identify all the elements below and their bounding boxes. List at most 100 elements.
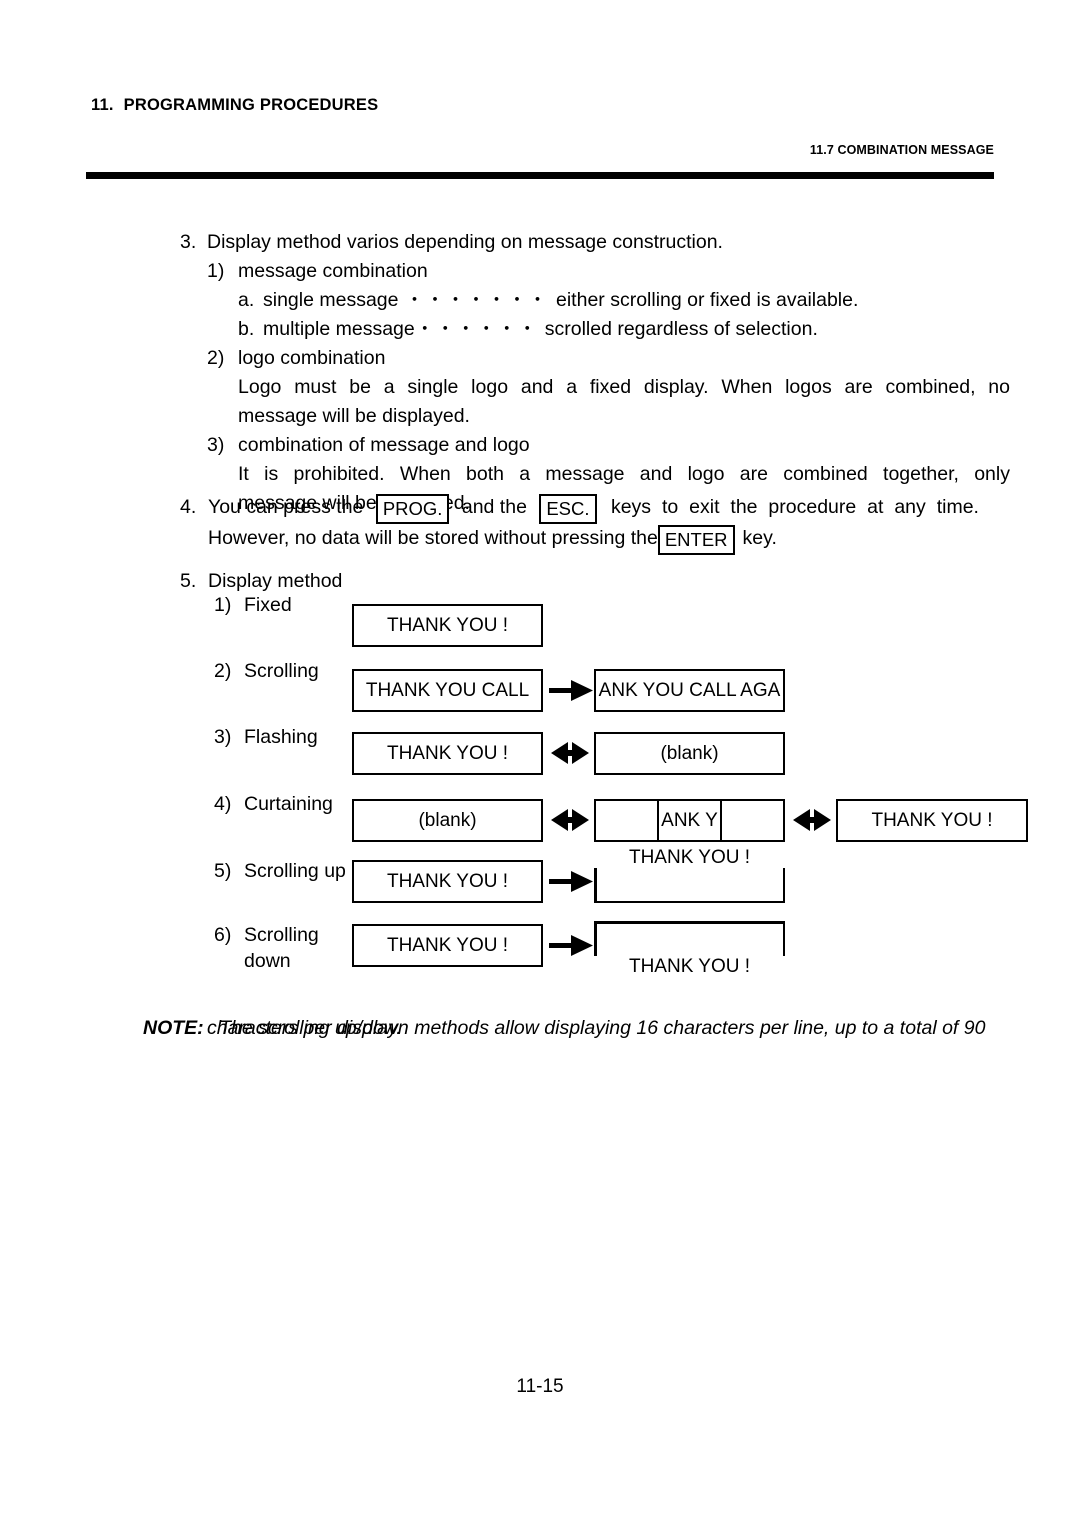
display-cell-left bbox=[596, 801, 659, 840]
display-cell-center: ANK Y bbox=[659, 801, 722, 840]
display-box-scrolling-up-after: THANK YOU ! bbox=[594, 847, 785, 903]
display-cell-right bbox=[722, 801, 783, 840]
item-3-sub-1-row: 1) message combination bbox=[207, 257, 1010, 286]
display-text: THANK YOU ! bbox=[871, 809, 993, 831]
item-4-marker: 4. bbox=[180, 496, 197, 518]
display-text: THANK YOU ! bbox=[386, 870, 509, 892]
display-text: ANK YOU CALL AGA bbox=[598, 679, 781, 701]
method-label-scrolling-up: 5) Scrolling up bbox=[214, 858, 346, 884]
item-3-sub-1-marker: 1) bbox=[207, 260, 225, 282]
item-3-heading: Display method varios depending on messa… bbox=[207, 231, 723, 253]
note-block: NOTE: The scrolling up/down methods allo… bbox=[143, 1013, 995, 1043]
item-3-sub-3-row: 3) combination of message and logo bbox=[207, 431, 1010, 460]
item-3-sub-1-a-marker: a. bbox=[238, 289, 255, 311]
display-box-scrolling-after: ANK YOU CALL AGA bbox=[594, 669, 785, 712]
method-name: Fixed bbox=[244, 594, 292, 616]
page-number: 11-15 bbox=[516, 1376, 564, 1397]
item-4-text-part-2: and the bbox=[461, 496, 527, 518]
display-text: (blank) bbox=[660, 742, 719, 764]
item-3-sub-1-title: message combination bbox=[238, 260, 428, 282]
method-label-curtaining: 4) Curtaining bbox=[214, 791, 333, 817]
enter-key-button[interactable]: ENTER bbox=[657, 525, 735, 555]
arrow-right-icon bbox=[549, 871, 593, 892]
item-5-block: 5. Display method bbox=[180, 567, 1010, 596]
display-text: THANK YOU ! bbox=[386, 742, 509, 764]
item-3-marker: 3. bbox=[180, 231, 197, 253]
display-box-scrolling-before: THANK YOU CALL bbox=[352, 669, 543, 712]
display-text: THANK YOU ! bbox=[386, 614, 509, 636]
item-3-sub-1-a-row: a. single message ・・・・・・・ either scrolli… bbox=[238, 286, 1010, 315]
display-text-riding-top: THANK YOU ! bbox=[594, 847, 785, 868]
item-3-block: 3. Display method varios depending on me… bbox=[180, 228, 1010, 518]
display-box-flashing-off: (blank) bbox=[594, 732, 785, 775]
item-5-marker: 5. bbox=[180, 570, 197, 592]
method-name: Scrolling up bbox=[244, 860, 346, 882]
method-label-scrolling-down: 6) Scrolling down bbox=[214, 922, 319, 974]
method-name: Flashing bbox=[244, 726, 318, 748]
arrow-right-icon bbox=[549, 680, 593, 701]
item-3-sub-1-b-row: b. multiple message ・・・・・・ scrolled rega… bbox=[238, 315, 1010, 344]
prog-key-button[interactable]: PROG. bbox=[375, 494, 450, 524]
box-edge-top bbox=[594, 921, 785, 924]
item-3-sub-2-line-1: Logo must be a single logo and a fixed d… bbox=[238, 376, 1010, 398]
item-3-sub-2-line-2: message will be displayed. bbox=[238, 405, 470, 427]
item-4-line-1: 4. You can press the PROG. and the ESC. … bbox=[180, 493, 1010, 524]
display-text: THANK YOU ! bbox=[386, 934, 509, 956]
item-3-sub-3-marker: 3) bbox=[207, 434, 225, 456]
method-number: 5) bbox=[214, 860, 232, 882]
box-edge-bottom bbox=[594, 900, 785, 903]
method-name: Scrolling bbox=[244, 924, 319, 946]
display-text: (blank) bbox=[418, 809, 477, 831]
header-rule bbox=[86, 172, 994, 179]
arrow-double-icon bbox=[551, 742, 589, 764]
arrow-right-icon bbox=[549, 935, 593, 956]
item-4-text-part-4: However, no data will be stored without … bbox=[208, 527, 658, 549]
chapter-number: 11. bbox=[91, 96, 114, 114]
display-box-flashing-on: THANK YOU ! bbox=[352, 732, 543, 775]
method-number: 1) bbox=[214, 594, 232, 616]
display-box-fixed: THANK YOU ! bbox=[352, 604, 543, 647]
method-name: Scrolling bbox=[244, 660, 319, 682]
method-number: 2) bbox=[214, 660, 232, 682]
item-3-sub-1-b-label: multiple message bbox=[263, 318, 415, 340]
method-number: 6) bbox=[214, 924, 232, 946]
item-3-sub-3-title: combination of message and logo bbox=[238, 434, 530, 456]
chapter-title: 11. PROGRAMMING PROCEDURES bbox=[91, 96, 378, 115]
method-label-flashing: 3) Flashing bbox=[214, 724, 318, 750]
item-5-heading-row: 5. Display method bbox=[180, 567, 1010, 596]
item-3-sub-2-title: logo combination bbox=[238, 347, 386, 369]
item-4-text-part-5: key. bbox=[742, 527, 777, 549]
note-label: NOTE: bbox=[143, 1017, 204, 1039]
display-box-scrolling-down-after: THANK YOU ! bbox=[594, 921, 785, 977]
leader-dots-icon: ・・・・・・・ bbox=[405, 290, 549, 310]
item-3-sub-2-row: 2) logo combination bbox=[207, 344, 1010, 373]
document-page: 11. PROGRAMMING PROCEDURES 11.7 COMBINATI… bbox=[0, 0, 1080, 1528]
method-number: 4) bbox=[214, 793, 232, 815]
item-3-sub-1-b-text: scrolled regardless of selection. bbox=[544, 318, 818, 340]
chapter-title-text: PROGRAMMING PROCEDURES bbox=[123, 96, 379, 114]
display-box-scrolling-up-before: THANK YOU ! bbox=[352, 860, 543, 903]
method-label-scrolling: 2) Scrolling bbox=[214, 658, 319, 684]
arrow-double-icon bbox=[551, 809, 589, 831]
item-4-text-part-3: keys to exit the procedure at any time. bbox=[610, 496, 979, 518]
item-3-sub-2-marker: 2) bbox=[207, 347, 225, 369]
method-name: Curtaining bbox=[244, 793, 333, 815]
display-box-curtaining-partial: ANK Y bbox=[594, 799, 785, 842]
display-box-curtaining-blank: (blank) bbox=[352, 799, 543, 842]
item-4-block: 4. You can press the PROG. and the ESC. … bbox=[180, 493, 1010, 555]
item-4-text-part-1: You can press the bbox=[208, 496, 364, 518]
arrow-double-icon bbox=[793, 809, 831, 831]
esc-key-button[interactable]: ESC. bbox=[539, 494, 597, 524]
item-3-sub-1-b-marker: b. bbox=[238, 318, 255, 340]
method-label-fixed: 1) Fixed bbox=[214, 592, 292, 618]
method-number: 3) bbox=[214, 726, 232, 748]
display-box-curtaining-full: THANK YOU ! bbox=[836, 799, 1028, 842]
display-text: THANK YOU CALL bbox=[365, 679, 530, 701]
item-3-heading-row: 3. Display method varios depending on me… bbox=[180, 228, 1010, 257]
display-text-riding-bottom: THANK YOU ! bbox=[594, 956, 785, 977]
item-3-sub-1-a-text: either scrolling or fixed is available. bbox=[556, 289, 859, 311]
method-name-line-2: down bbox=[244, 950, 291, 972]
display-box-scrolling-down-before: THANK YOU ! bbox=[352, 924, 543, 967]
leader-dots-icon: ・・・・・・ bbox=[415, 319, 539, 339]
item-3-sub-3-line-1: It is prohibited. When both a message an… bbox=[238, 463, 1010, 485]
